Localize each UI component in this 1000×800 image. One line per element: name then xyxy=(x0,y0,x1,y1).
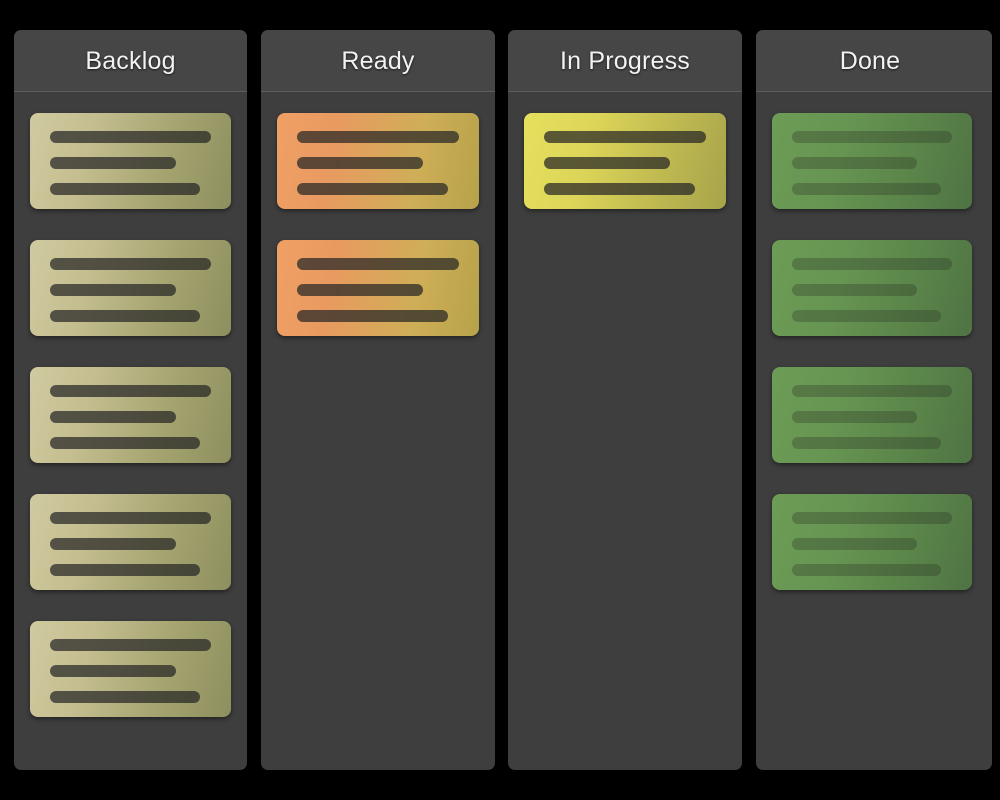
card-list-backlog xyxy=(14,92,247,733)
card-line xyxy=(50,437,200,449)
column-title: In Progress xyxy=(559,46,691,75)
card[interactable] xyxy=(277,113,479,209)
card-list-ready xyxy=(261,92,495,352)
column-header-ready: Ready xyxy=(261,30,495,92)
card-line xyxy=(544,157,671,169)
card[interactable] xyxy=(772,367,972,463)
card-line xyxy=(792,131,952,143)
card-line xyxy=(50,538,176,550)
card[interactable] xyxy=(524,113,726,209)
card-line xyxy=(297,183,448,195)
kanban-column-in-progress[interactable]: In Progress xyxy=(508,30,742,770)
card[interactable] xyxy=(30,113,231,209)
card[interactable] xyxy=(30,367,231,463)
card[interactable] xyxy=(772,113,972,209)
card-line xyxy=(297,310,448,322)
card-line xyxy=(50,385,211,397)
card-list-in-progress xyxy=(508,92,742,225)
card-line xyxy=(50,691,200,703)
card-list-done xyxy=(756,92,992,606)
card-line xyxy=(297,157,424,169)
column-header-in-progress: In Progress xyxy=(508,30,742,92)
card-line xyxy=(792,310,941,322)
card[interactable] xyxy=(30,240,231,336)
card-line xyxy=(792,157,917,169)
card-line xyxy=(50,258,211,270)
card-line xyxy=(50,284,176,296)
card-line xyxy=(792,258,952,270)
card-line xyxy=(50,310,200,322)
column-title: Ready xyxy=(341,46,415,75)
card-line xyxy=(50,564,200,576)
card[interactable] xyxy=(772,240,972,336)
kanban-board: Backlog Ready In Progress Done xyxy=(0,0,1000,800)
card-line xyxy=(50,665,176,677)
card-line xyxy=(50,639,211,651)
column-header-done: Done xyxy=(756,30,992,92)
kanban-column-backlog[interactable]: Backlog xyxy=(14,30,247,770)
card-line xyxy=(297,284,424,296)
card-line xyxy=(50,183,200,195)
card-line xyxy=(792,437,941,449)
card-line xyxy=(50,512,211,524)
card-line xyxy=(792,538,917,550)
card-line xyxy=(792,564,941,576)
card[interactable] xyxy=(772,494,972,590)
column-title: Done xyxy=(839,46,901,75)
column-header-backlog: Backlog xyxy=(14,30,247,92)
kanban-column-done[interactable]: Done xyxy=(756,30,992,770)
card-line xyxy=(50,411,176,423)
card[interactable] xyxy=(277,240,479,336)
card-line xyxy=(544,131,706,143)
card-line xyxy=(792,385,952,397)
card-line xyxy=(297,131,459,143)
card[interactable] xyxy=(30,621,231,717)
card-line xyxy=(50,157,176,169)
card-line xyxy=(792,183,941,195)
card-line xyxy=(297,258,459,270)
kanban-column-ready[interactable]: Ready xyxy=(261,30,495,770)
card-line xyxy=(792,284,917,296)
card-line xyxy=(792,411,917,423)
column-title: Backlog xyxy=(85,46,176,75)
card-line xyxy=(544,183,695,195)
card[interactable] xyxy=(30,494,231,590)
card-line xyxy=(792,512,952,524)
card-line xyxy=(50,131,211,143)
